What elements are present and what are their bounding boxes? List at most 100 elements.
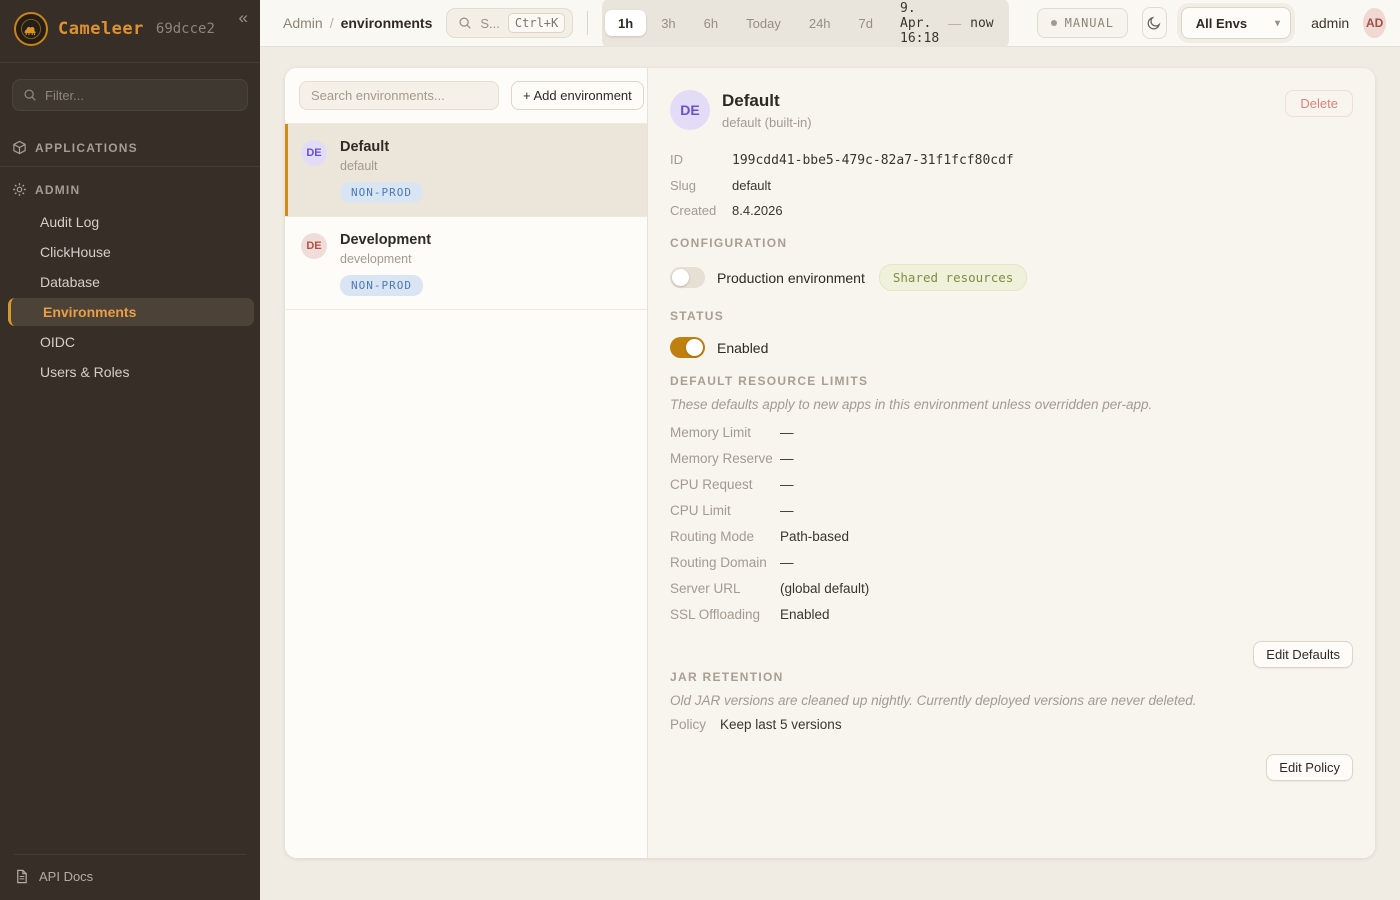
resource-label: Memory Limit (670, 425, 780, 440)
nav-section-applications[interactable]: APPLICATIONS (0, 131, 260, 164)
refresh-mode-badge[interactable]: MANUAL (1037, 8, 1128, 38)
resource-label: Routing Mode (670, 529, 780, 544)
edit-policy-button[interactable]: Edit Policy (1266, 754, 1353, 781)
environment-avatar: DE (301, 140, 327, 166)
sidebar-divider (0, 62, 260, 63)
jar-retention-note: Old JAR versions are cleaned up nightly.… (670, 693, 1353, 708)
non-prod-badge: NON-PROD (340, 182, 423, 203)
time-from: 9. Apr. 16:18 (900, 1, 939, 46)
info-label: ID (670, 152, 732, 167)
dark-mode-toggle-button[interactable] (1142, 7, 1167, 39)
search-shortcut: Ctrl+K (508, 13, 565, 33)
resource-row-cpu-request: CPU Request — (670, 471, 1353, 497)
non-prod-badge: NON-PROD (340, 275, 423, 296)
gear-icon (12, 182, 27, 197)
edit-defaults-button[interactable]: Edit Defaults (1253, 641, 1353, 668)
sidebar-nav: APPLICATIONS ADMIN Audit Log ClickHouse … (0, 127, 260, 840)
time-range-6h[interactable]: 6h (691, 10, 731, 36)
env-filter-select[interactable]: All Envs ▾ (1181, 7, 1291, 39)
environment-name: Default (340, 139, 423, 155)
resource-row-cpu-limit: CPU Limit — (670, 497, 1353, 523)
jar-retention-heading: JAR RETENTION (670, 670, 1353, 684)
policy-value: Keep last 5 versions (720, 717, 1353, 732)
resource-value: — (780, 477, 1353, 492)
resource-value: — (780, 555, 1353, 570)
sidebar-item-users-roles[interactable]: Users & Roles (0, 358, 254, 386)
chevron-down-icon: ▾ (1275, 18, 1280, 29)
status-dot-icon (1051, 20, 1057, 26)
moon-icon (1146, 15, 1162, 31)
production-environment-label: Production environment (717, 270, 865, 286)
time-range-display[interactable]: 9. Apr. 16:18 — now (888, 1, 1006, 46)
enabled-label: Enabled (717, 340, 768, 356)
sidebar-divider (14, 854, 246, 855)
info-label: Created (670, 203, 732, 218)
environments-card: + Add environment DE Default default NON… (285, 68, 1375, 858)
cameleer-logo-icon (14, 12, 48, 46)
resource-limits-heading: DEFAULT RESOURCE LIMITS (670, 374, 1353, 388)
resource-row-routing-domain: Routing Domain — (670, 549, 1353, 575)
production-environment-toggle[interactable] (670, 267, 705, 288)
nav-section-admin[interactable]: ADMIN (0, 173, 260, 206)
environment-subtitle: default (built-in) (722, 115, 812, 130)
resource-label: CPU Limit (670, 503, 780, 518)
sidebar-item-oidc[interactable]: OIDC (0, 328, 254, 356)
info-row-id: ID 199cdd41-bbe5-479c-82a7-31f1fcf80cdf (670, 152, 1353, 168)
resource-limits-note: These defaults apply to new apps in this… (670, 397, 1353, 412)
resource-value: — (780, 451, 1353, 466)
resource-row-server-url: Server URL (global default) (670, 575, 1353, 601)
resource-label: SSL Offloading (670, 607, 780, 622)
time-range-7d[interactable]: 7d (846, 10, 886, 36)
filter-placeholder: Filter... (45, 88, 84, 103)
info-row-created: Created 8.4.2026 (670, 203, 1353, 218)
environment-list-item-development[interactable]: DE Development development NON-PROD (285, 217, 647, 310)
sidebar-item-audit-log[interactable]: Audit Log (0, 208, 254, 236)
policy-row: Policy Keep last 5 versions (670, 717, 1353, 732)
api-docs-link[interactable]: API Docs (14, 857, 246, 884)
resource-row-routing-mode: Routing Mode Path-based (670, 523, 1353, 549)
resource-label: Server URL (670, 581, 780, 596)
time-to: now (970, 16, 993, 31)
breadcrumb: Admin / environments (283, 15, 432, 31)
brand-row: « Cameleer 69dcce2 (0, 0, 260, 60)
sidebar-filter-input[interactable]: Filter... (12, 79, 248, 111)
environment-list-item-default[interactable]: DE Default default NON-PROD (285, 124, 647, 217)
api-docs-label: API Docs (39, 869, 93, 884)
user-avatar[interactable]: AD (1363, 8, 1386, 38)
environment-id-value: 199cdd41-bbe5-479c-82a7-31f1fcf80cdf (732, 153, 1353, 168)
document-icon (14, 869, 29, 884)
breadcrumb-admin[interactable]: Admin (283, 15, 323, 31)
resource-row-memory-reserve: Memory Reserve — (670, 445, 1353, 471)
global-search-button[interactable]: S... Ctrl+K (446, 8, 573, 38)
policy-label: Policy (670, 717, 720, 732)
header-divider (587, 11, 588, 35)
resource-row-ssl-offloading: SSL Offloading Enabled (670, 601, 1353, 627)
environment-created-value: 8.4.2026 (732, 203, 1353, 218)
environment-search-input[interactable] (299, 81, 499, 110)
time-range-24h[interactable]: 24h (796, 10, 844, 36)
collapse-sidebar-icon[interactable]: « (239, 8, 248, 28)
time-range-today[interactable]: Today (733, 10, 794, 36)
env-filter-value: All Envs (1196, 16, 1247, 31)
time-range-3h[interactable]: 3h (648, 10, 688, 36)
delete-environment-button[interactable]: Delete (1285, 90, 1353, 117)
sidebar-item-database[interactable]: Database (0, 268, 254, 296)
breadcrumb-page: environments (341, 15, 433, 31)
environment-detail-panel: DE Default default (built-in) Delete ID … (648, 68, 1375, 858)
brand: Cameleer 69dcce2 (14, 12, 246, 46)
username-label: admin (1311, 15, 1349, 31)
time-range-group: 1h 3h 6h Today 24h 7d 9. Apr. 16:18 — no… (602, 0, 1009, 49)
brand-version: 69dcce2 (156, 21, 215, 37)
resource-value: Path-based (780, 529, 1353, 544)
sidebar-divider (0, 166, 260, 167)
environment-slug-value: default (732, 178, 1353, 193)
breadcrumb-separator: / (330, 15, 334, 31)
sidebar-item-environments[interactable]: Environments (8, 298, 254, 326)
add-environment-button[interactable]: + Add environment (511, 81, 644, 110)
sidebar-item-clickhouse[interactable]: ClickHouse (0, 238, 254, 266)
time-separator: — (948, 16, 961, 31)
environment-title: Default (722, 90, 812, 111)
time-range-1h[interactable]: 1h (605, 10, 646, 36)
search-icon (458, 16, 472, 30)
enabled-toggle[interactable] (670, 337, 705, 358)
